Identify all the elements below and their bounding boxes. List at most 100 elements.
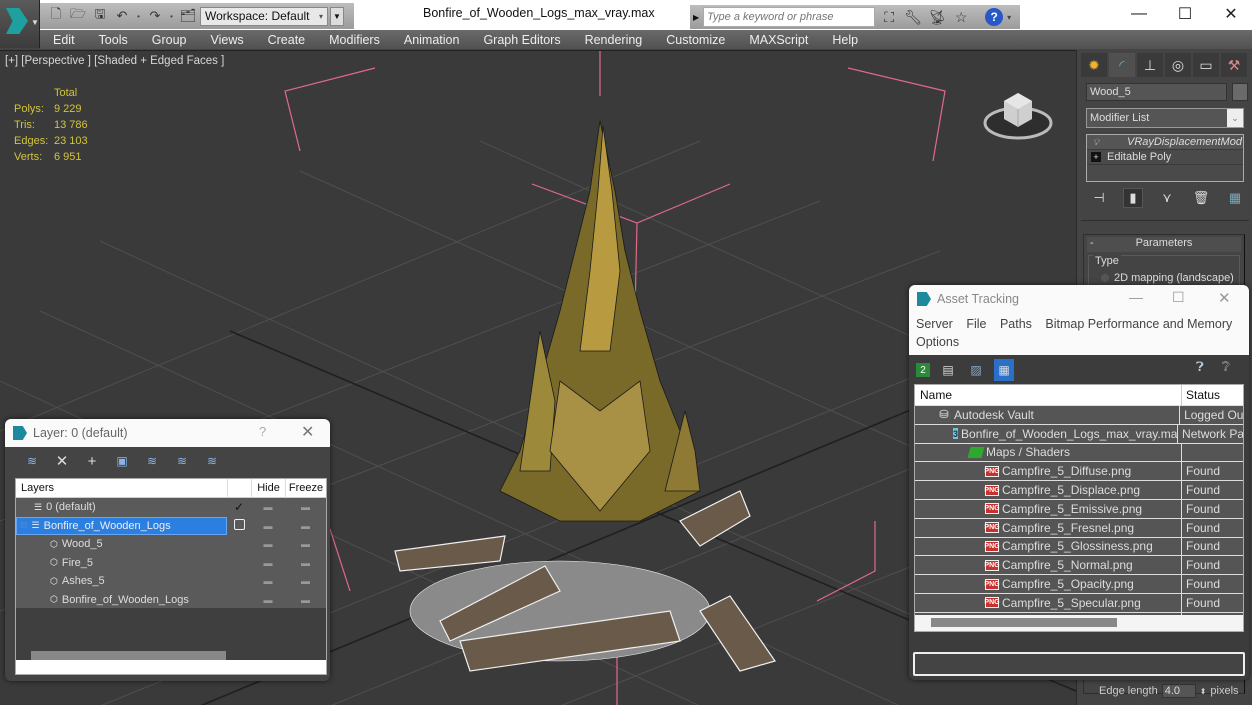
layer-row-selected[interactable]: ⊟ ☰ Bonfire_of_Wooden_Logs ▬ ▬ <box>16 516 326 536</box>
menu-bitmap-performance[interactable]: Bitmap Performance and Memory <box>1045 317 1232 331</box>
select-layer-icon[interactable]: ≋ <box>142 451 162 471</box>
asset-row[interactable]: PNG Campfire_5_Normal.png Found <box>915 555 1243 575</box>
minimize-button[interactable]: — <box>1116 0 1162 28</box>
stack-item-vraydisplacement[interactable]: 💡︎ VRayDisplacementMod <box>1087 135 1243 150</box>
display-icon[interactable]: ▭ <box>1193 53 1219 77</box>
star-icon[interactable]: ☆ <box>951 7 971 27</box>
modify-icon[interactable]: ◜ <box>1109 53 1135 77</box>
project-folder-icon[interactable]: 🗂︎ <box>178 6 198 26</box>
delete-layer-icon[interactable]: ✕ <box>52 451 72 471</box>
layer-row[interactable]: ⬡ Bonfire_of_Wooden_Logs ▬ ▬ <box>16 591 326 610</box>
asset-row[interactable]: PNG Campfire_5_Specular.png Found <box>915 592 1243 612</box>
freeze-toggle[interactable]: ▬ <box>285 502 326 512</box>
layer-settings-icon[interactable]: ≋ <box>202 451 222 471</box>
redo-icon[interactable]: ↷ <box>145 6 165 26</box>
menu-rendering[interactable]: Rendering <box>572 33 654 47</box>
menu-modifiers[interactable]: Modifiers <box>316 33 391 47</box>
menu-paths[interactable]: Paths <box>1000 317 1032 331</box>
dialog-title-bar[interactable]: Layer: 0 (default) ? ✕ <box>5 419 330 447</box>
close-button[interactable]: ✕ <box>301 422 314 442</box>
freeze-toggle[interactable]: ▬ <box>285 539 326 549</box>
current-layer-check[interactable]: ✓ <box>227 500 251 514</box>
select-objects-icon[interactable]: ▣ <box>112 451 132 471</box>
asset-row[interactable]: Maps / Shaders <box>915 442 1243 462</box>
horizontal-scrollbar[interactable] <box>31 651 226 660</box>
hide-toggle[interactable]: ▬ <box>251 521 285 531</box>
thumbnail-view-icon[interactable]: ▨ <box>966 359 986 381</box>
freeze-toggle[interactable]: ▬ <box>285 521 326 531</box>
asset-row[interactable]: PNG Campfire_5_Opacity.png Found <box>915 574 1243 593</box>
table-view-icon[interactable]: ▦ <box>994 359 1014 381</box>
asset-row[interactable]: PNG Campfire_5_Diffuse.png Found <box>915 461 1243 481</box>
search-expand-icon[interactable]: ▶ <box>693 13 699 22</box>
dialog-title-bar[interactable]: Asset Tracking — ☐ ✕ <box>909 285 1249 313</box>
menu-help[interactable]: Help <box>819 33 869 47</box>
help-button[interactable]: ? <box>259 424 266 439</box>
wrench-icon[interactable]: 🔧︎ <box>903 7 923 27</box>
freeze-toggle[interactable]: ▬ <box>285 558 326 568</box>
configure-sets-icon[interactable]: ▦ <box>1225 188 1245 208</box>
help-icon[interactable]: ❓︎ <box>1196 359 1204 375</box>
asset-row[interactable]: PNG Campfire_5_Emissive.png Found <box>915 498 1243 518</box>
search-input[interactable] <box>703 7 876 27</box>
customize-toolbar-button[interactable]: ▼ <box>330 6 344 26</box>
satellite-icon[interactable]: 📡︎ <box>927 7 947 27</box>
menu-graph-editors[interactable]: Graph Editors <box>470 33 571 47</box>
scrollbar-thumb[interactable] <box>931 618 1117 627</box>
menu-customize[interactable]: Customize <box>653 33 736 47</box>
menu-edit[interactable]: Edit <box>40 33 86 47</box>
column-hide[interactable]: Hide <box>251 478 285 498</box>
asset-row[interactable]: PNG Campfire_5_Displace.png Found <box>915 480 1243 499</box>
stack-item-editable-poly[interactable]: + Editable Poly <box>1087 150 1243 165</box>
make-unique-icon[interactable]: ⋎ <box>1157 188 1177 208</box>
column-current[interactable] <box>227 478 251 498</box>
hide-toggle[interactable]: ▬ <box>251 576 285 586</box>
freeze-toggle[interactable]: ▬ <box>285 595 326 605</box>
asset-row[interactable]: PNG Campfire_5_Fresnel.png Found <box>915 517 1243 537</box>
new-file-icon[interactable]: 🗋︎ <box>46 6 66 26</box>
utilities-icon[interactable]: ⚒ <box>1221 53 1247 77</box>
close-button[interactable]: ✕ <box>1218 289 1231 307</box>
rollout-header[interactable]: - Parameters <box>1087 237 1241 252</box>
show-end-result-icon[interactable]: ▮ <box>1123 188 1143 208</box>
layer-row[interactable]: ⬡ Wood_5 ▬ ▬ <box>16 535 326 554</box>
minimize-button[interactable]: — <box>1129 289 1143 305</box>
layer-row[interactable]: ⬡ Ashes_5 ▬ ▬ <box>16 572 326 591</box>
column-name[interactable]: Name <box>915 385 1182 405</box>
asset-row[interactable]: PNG Campfire_5_Glossiness.png Found <box>915 536 1243 556</box>
create-layer-icon[interactable]: ≋ <box>22 451 42 471</box>
undo-icon[interactable]: ↶ <box>112 6 132 26</box>
set-current-layer-box[interactable] <box>227 519 251 533</box>
add-to-layer-icon[interactable]: + <box>82 451 102 471</box>
viewcube-icon[interactable] <box>982 83 1054 141</box>
maximize-button[interactable]: ☐ <box>1162 0 1208 28</box>
column-freeze[interactable]: Freeze <box>285 478 326 498</box>
collapse-icon[interactable]: ⊟ <box>20 520 28 531</box>
edge-length-input[interactable]: 4.0 <box>1161 684 1196 698</box>
column-layers[interactable]: Layers <box>16 482 227 494</box>
menu-group[interactable]: Group <box>139 33 198 47</box>
menu-animation[interactable]: Animation <box>391 33 471 47</box>
help-dropdown-icon[interactable]: ▾ <box>1007 13 1011 22</box>
hide-toggle[interactable]: ▬ <box>251 502 285 512</box>
menu-create[interactable]: Create <box>255 33 317 47</box>
create-icon[interactable]: ✹ <box>1081 53 1107 77</box>
expand-plus-icon[interactable]: + <box>1091 152 1101 162</box>
radio-2d-mapping[interactable]: 2D mapping (landscape) <box>1101 272 1234 284</box>
remove-modifier-icon[interactable]: 🗑︎ <box>1191 188 1211 208</box>
freeze-toggle[interactable]: ▬ <box>285 576 326 586</box>
list-view-icon[interactable]: ▤ <box>938 359 958 381</box>
highlight-layer-icon[interactable]: ≋ <box>172 451 192 471</box>
object-color-swatch[interactable] <box>1232 83 1248 101</box>
pin-stack-icon[interactable]: ⊣ <box>1089 188 1109 208</box>
whats-this-icon[interactable]: ❔︎ <box>1222 359 1230 375</box>
layer-row[interactable]: ☰ 0 (default) ✓ ▬ ▬ <box>16 498 326 517</box>
menu-server[interactable]: Server <box>916 317 953 331</box>
redo-dropdown-icon[interactable]: • <box>167 12 176 21</box>
close-button[interactable]: ✕ <box>1208 0 1252 28</box>
menu-tools[interactable]: Tools <box>86 33 139 47</box>
hide-toggle[interactable]: ▬ <box>251 558 285 568</box>
save-icon[interactable]: 🖫︎ <box>90 6 110 26</box>
open-folder-icon[interactable]: 🗁︎ <box>68 6 88 26</box>
app-menu-button[interactable]: ▼ <box>0 0 40 48</box>
